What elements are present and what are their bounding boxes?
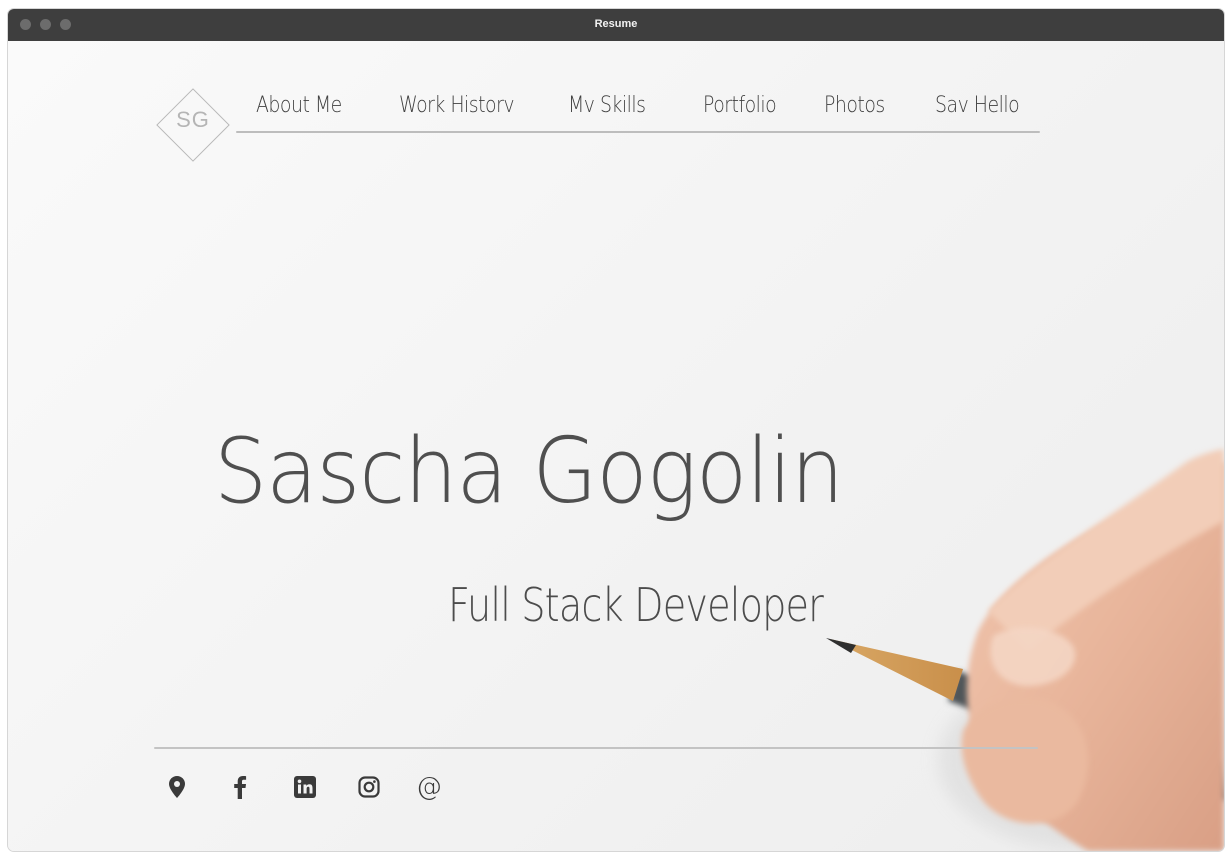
instagram-icon[interactable]	[356, 774, 382, 800]
nav-work-history[interactable]: Work Historv	[399, 93, 515, 118]
window-titlebar: Resume	[8, 9, 1224, 41]
window-title: Resume	[594, 18, 638, 30]
resume-page: SG About Me Work Historv Mv Skills Portf…	[8, 41, 1224, 851]
nav-about-me[interactable]: About Me	[256, 93, 342, 118]
logo-initials: SG	[176, 107, 210, 132]
hand-with-pencil-illustration	[826, 449, 1224, 851]
facebook-icon[interactable]	[227, 774, 253, 800]
nav-say-hello[interactable]: Sav Hello	[935, 93, 1020, 118]
footer-divider	[154, 747, 1038, 749]
browser-window: Resume SG About Me Work Historv Mv Skill…	[8, 9, 1224, 851]
nav-photos[interactable]: Photos	[824, 93, 885, 118]
nav-my-skills[interactable]: Mv Skills	[568, 93, 646, 118]
hero-name: Sascha Gogolin	[214, 419, 844, 524]
linkedin-icon[interactable]	[292, 774, 318, 800]
map-pin-icon[interactable]	[164, 774, 190, 800]
hero-role: Full Stack Developer	[448, 578, 824, 632]
main-navigation: About Me Work Historv Mv Skills Portfoli…	[236, 87, 1040, 127]
nav-underline	[236, 131, 1040, 133]
nav-portfolio[interactable]: Portfolio	[703, 93, 777, 118]
email-at-icon[interactable]: @	[414, 772, 444, 802]
